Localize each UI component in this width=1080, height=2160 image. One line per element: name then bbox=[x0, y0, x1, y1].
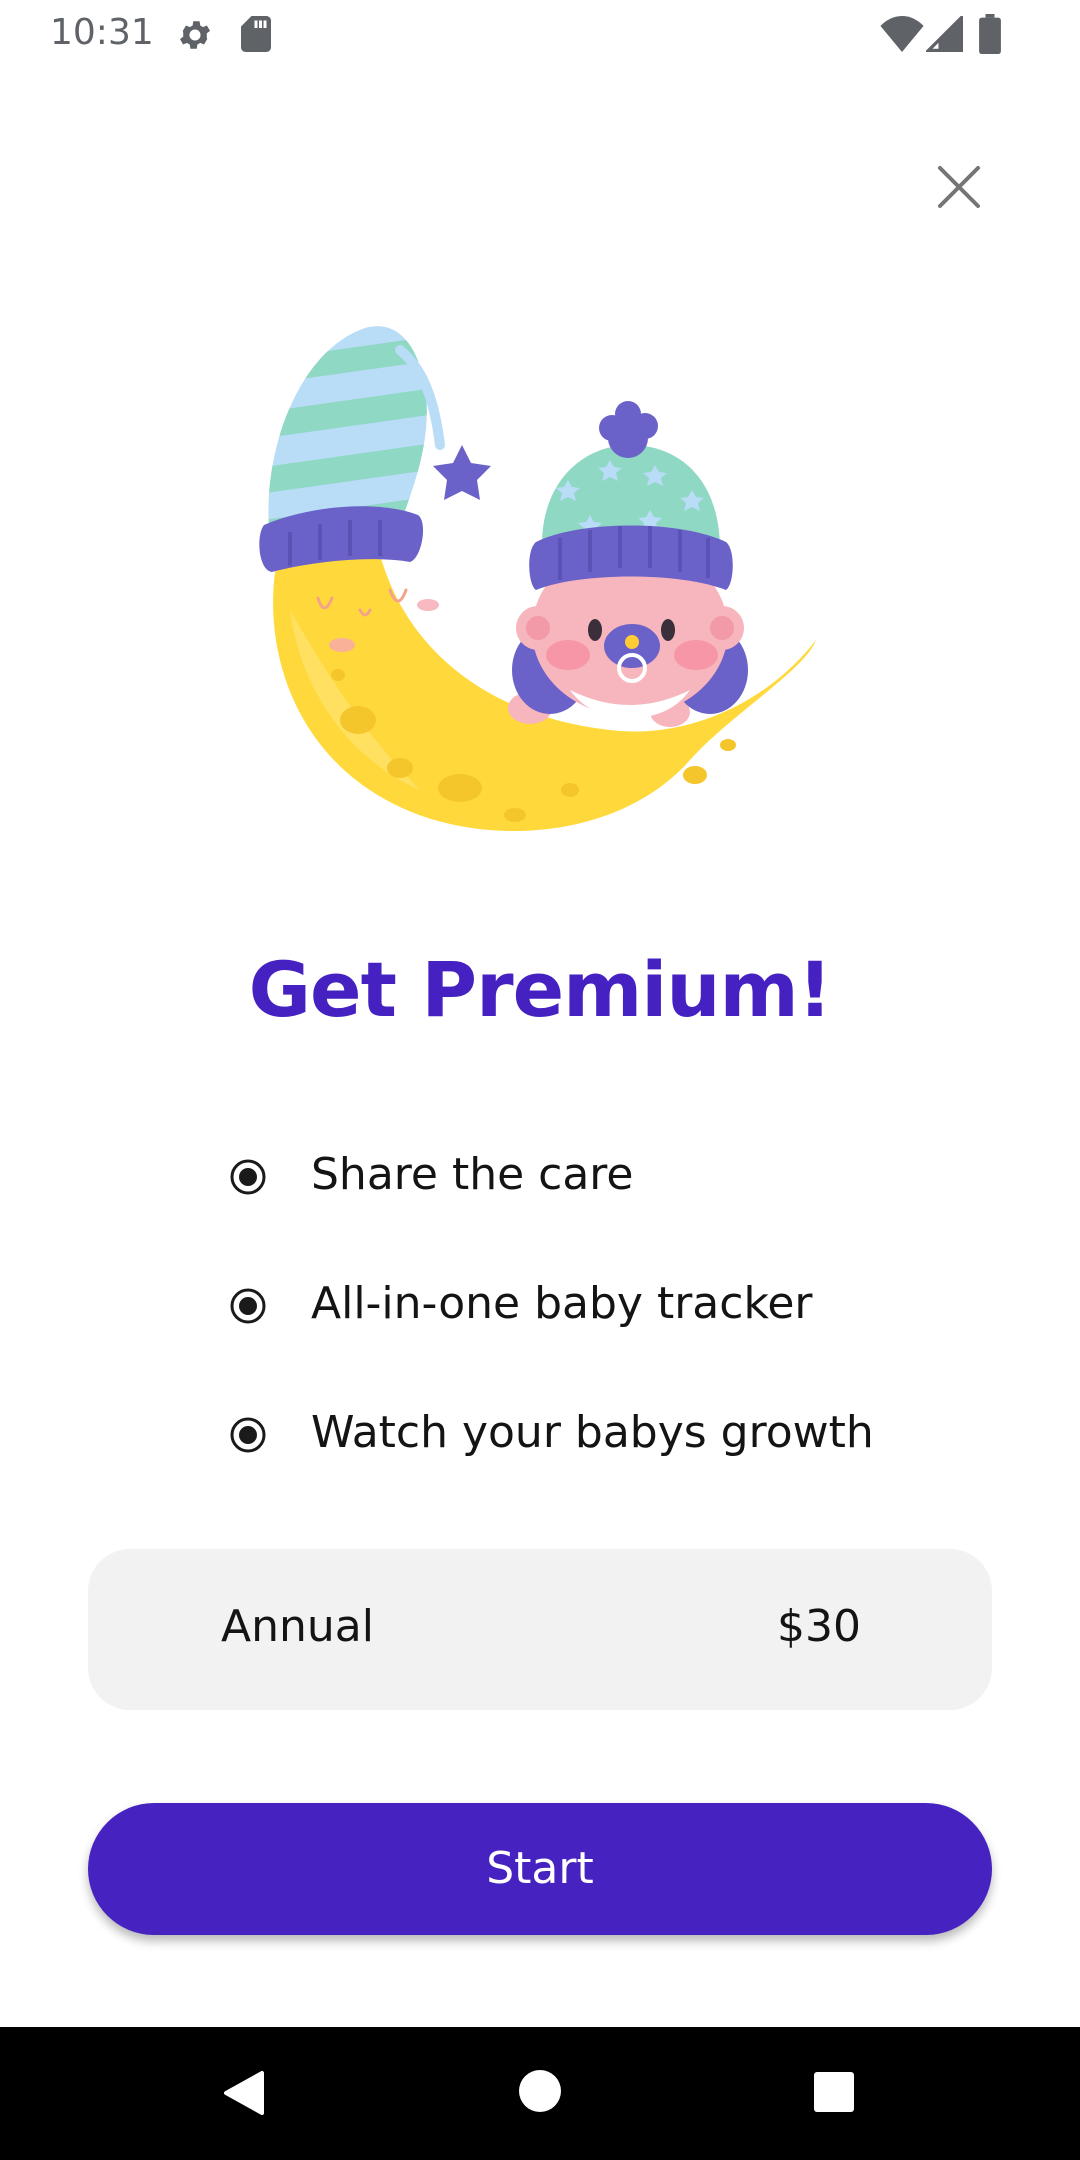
feature-item-growth: Watch your babys growth bbox=[228, 1403, 988, 1473]
close-icon[interactable] bbox=[928, 156, 990, 218]
recents-icon[interactable] bbox=[813, 2071, 855, 2113]
feature-label: Share the care bbox=[311, 1149, 634, 1200]
system-nav-bar bbox=[0, 2027, 1080, 2160]
radio-selected-icon bbox=[230, 1159, 266, 1195]
wifi-icon bbox=[880, 16, 924, 52]
baby-moon-illustration bbox=[259, 326, 816, 831]
radio-selected-icon bbox=[230, 1288, 266, 1324]
feature-label: All-in-one baby tracker bbox=[311, 1278, 813, 1329]
radio-selected-icon bbox=[230, 1417, 266, 1453]
feature-label: Watch your babys growth bbox=[311, 1407, 874, 1458]
status-time: 10:31 bbox=[50, 12, 154, 53]
battery-icon bbox=[979, 14, 1001, 54]
home-icon[interactable] bbox=[518, 2069, 562, 2113]
plan-option-annual[interactable]: Annual $30 bbox=[88, 1549, 992, 1710]
back-icon[interactable] bbox=[222, 2069, 264, 2117]
sd-card-icon bbox=[241, 16, 271, 52]
start-button[interactable]: Start bbox=[88, 1803, 992, 1935]
page-title: Get Premium! bbox=[248, 945, 833, 1034]
plan-price: $30 bbox=[777, 1601, 861, 1652]
gear-icon bbox=[179, 21, 211, 49]
feature-item-share: Share the care bbox=[228, 1145, 988, 1215]
plan-name: Annual bbox=[221, 1601, 374, 1652]
premium-screen: 10:31 Get Premium! Share the care All-in… bbox=[0, 0, 1080, 2160]
cell-signal-icon bbox=[926, 16, 963, 52]
feature-item-tracker: All-in-one baby tracker bbox=[228, 1274, 988, 1344]
status-bar: 10:31 bbox=[0, 0, 1080, 66]
